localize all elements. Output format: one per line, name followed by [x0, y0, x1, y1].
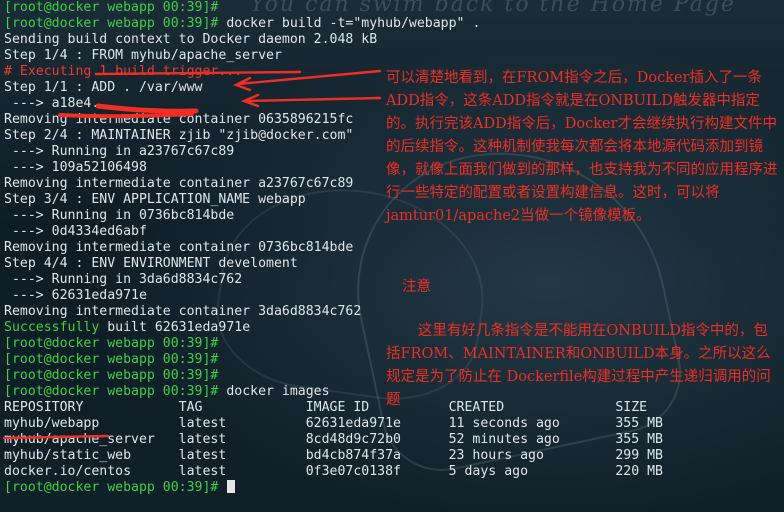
output-text: Removing intermediate container a23767c6…: [4, 176, 354, 191]
output-text: ---> Running in a23767c67c89: [4, 144, 235, 159]
shell-prompt: [root@docker webapp 00:39]#: [4, 16, 219, 31]
shell-command: docker images: [218, 384, 330, 399]
terminal-line: docker.io/centos latest 0f3e07c0138f 5 d…: [4, 464, 784, 480]
success-keyword: Successfully: [4, 320, 100, 335]
output-text: myhub/static_web latest bd4cb874f37a 23 …: [4, 448, 663, 463]
shell-prompt: [root@docker webapp 00:39]#: [4, 384, 219, 399]
shell-prompt: [root@docker webapp 00:39]#: [4, 336, 219, 351]
shell-prompt: [root@docker webapp 00:39]#: [4, 352, 219, 367]
terminal-line: Step 4/4 : ENV ENVIRONMENT develoment: [4, 256, 784, 272]
output-text: ---> a18e4...: [4, 96, 116, 111]
shell-command: docker build -t="myhub/webapp" .: [218, 16, 481, 31]
terminal-line: ---> Running in 3da6d8834c762: [4, 272, 784, 288]
output-text: Removing intermediate container 06358962…: [4, 112, 354, 127]
build-trigger-line: # Executing 1 build trigger...: [4, 64, 243, 79]
annotation-onbuild-restriction: 这里有好几条指令是不能用在ONBUILD指令中的，包括FROM、MAINTAIN…: [386, 323, 771, 408]
output-text: Removing intermediate container 0736bc81…: [4, 240, 354, 255]
terminal-line: myhub/apache_server latest 8cd48d9c72b0 …: [4, 432, 784, 448]
output-text: Step 1/1 : ADD . /var/www: [4, 80, 203, 95]
shell-command: [218, 480, 226, 495]
output-text: ---> 62631eda971e: [4, 288, 147, 303]
output-text: Removing intermediate container 3da6d883…: [4, 304, 362, 319]
output-text: Step 3/4 : ENV APPLICATION_NAME webapp: [4, 192, 306, 207]
output-text: ---> 109a52106498: [4, 160, 147, 175]
output-text: Sending build context to Docker daemon 2…: [4, 32, 378, 47]
terminal-line: [root@docker webapp 00:39]#: [4, 0, 784, 16]
terminal-line: myhub/static_web latest bd4cb874f37a 23 …: [4, 448, 784, 464]
output-text: ---> 0d4334ed6abf: [4, 224, 147, 239]
text-cursor[interactable]: [227, 480, 236, 493]
output-text: ---> Running in 0736bc814bde: [4, 208, 235, 223]
annotation-onbuild-explanation: 可以清楚地看到，在FROM指令之后，Docker插入了一条ADD指令，这条ADD…: [386, 70, 778, 224]
output-text: Step 1/4 : FROM myhub/apache_server: [4, 48, 282, 63]
shell-prompt: [root@docker webapp 00:39]#: [4, 368, 219, 383]
terminal-line: Sending build context to Docker daemon 2…: [4, 32, 784, 48]
terminal-line: [root@docker webapp 00:39]# docker build…: [4, 16, 784, 32]
terminal-line: myhub/webapp latest 62631eda971e 11 seco…: [4, 416, 784, 432]
output-text: docker.io/centos latest 0f3e07c0138f 5 d…: [4, 464, 663, 479]
output-text: Step 4/4 : ENV ENVIRONMENT develoment: [4, 256, 298, 271]
success-message: built 62631eda971e: [99, 320, 251, 335]
output-text: ---> Running in 3da6d8834c762: [4, 272, 243, 287]
output-text: myhub/webapp latest 62631eda971e 11 seco…: [4, 416, 663, 431]
terminal-line: Step 1/4 : FROM myhub/apache_server: [4, 48, 784, 64]
annotation-attention-heading: 注意: [402, 279, 431, 295]
terminal-line: Removing intermediate container 0736bc81…: [4, 240, 784, 256]
output-text: myhub/apache_server latest 8cd48d9c72b0 …: [4, 432, 663, 447]
shell-prompt: [root@docker webapp 00:39]#: [4, 0, 219, 15]
shell-prompt: [root@docker webapp 00:39]#: [4, 480, 219, 495]
output-text: Step 2/4 : MAINTAINER zjib "zjib@docker.…: [4, 128, 354, 143]
terminal-line: [root@docker webapp 00:39]#: [4, 480, 784, 496]
terminal-line: ---> 62631eda971e: [4, 288, 784, 304]
terminal-line: Removing intermediate container 3da6d883…: [4, 304, 784, 320]
